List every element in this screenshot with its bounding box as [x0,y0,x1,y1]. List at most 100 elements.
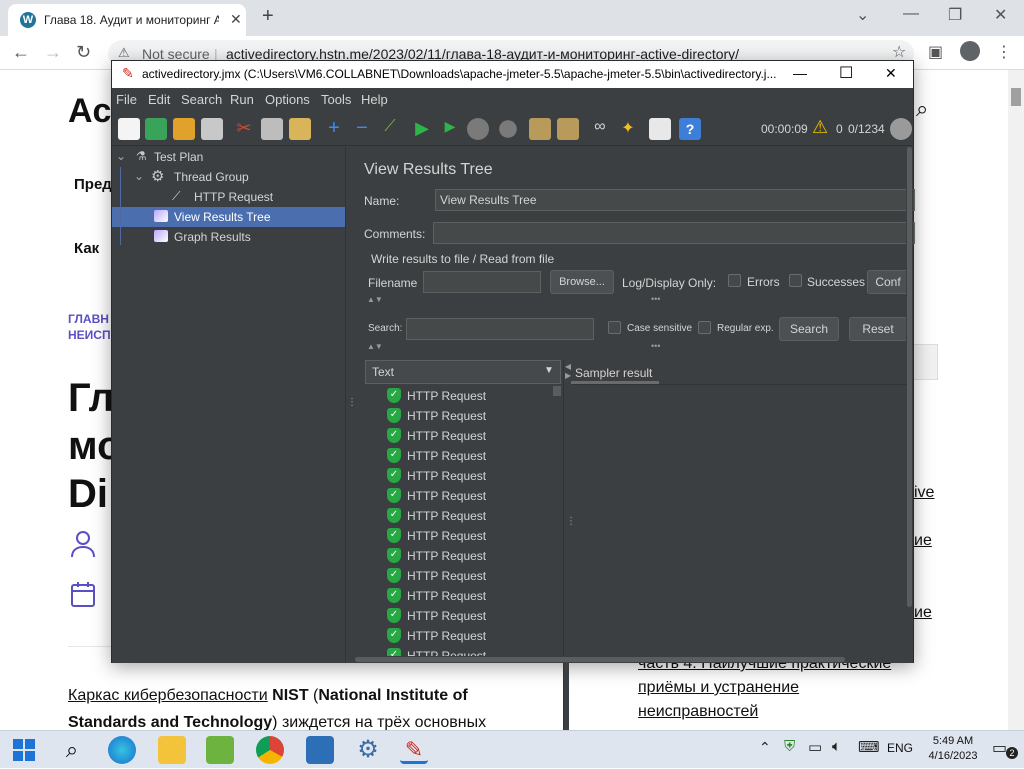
tree-node-http-request[interactable]: ⟋ HTTP Request [172,187,345,207]
panel-vertical-scrollbar[interactable] [906,147,913,663]
sidebar-link[interactable]: ие [914,532,932,550]
successes-checkbox[interactable] [789,274,802,287]
templates-icon[interactable] [145,118,167,140]
toggle-icon[interactable]: ⟋ [379,118,401,140]
stop-icon[interactable] [467,118,489,140]
menu-run[interactable]: Run [230,92,254,107]
split-pane-divider[interactable] [563,360,569,730]
menu-kebab-icon[interactable]: ⋮ [996,42,1012,62]
sidebar-link-line[interactable]: приёмы и устранение [638,676,1008,700]
menu-file[interactable]: File [116,92,137,107]
notepad-plus-icon[interactable] [206,736,234,764]
jmeter-maximize-button[interactable]: ☐ [839,63,853,83]
forward-button[interactable]: → [44,42,62,63]
jmeter-title-bar[interactable]: ✎ activedirectory.jmx (C:\Users\VM6.COLL… [112,61,913,88]
reset-search-icon[interactable]: ✦ [617,118,639,140]
browse-button[interactable]: Browse... [550,270,614,294]
clear-icon[interactable] [529,118,551,140]
maximize-button[interactable]: ❐ [948,5,962,25]
breadcrumb-category[interactable]: НЕИСП [68,328,111,342]
browser-tab[interactable]: W Глава 18. Аудит и мониторинг Active ✕ [8,4,246,36]
collapse-icon[interactable]: − [351,118,373,140]
breadcrumb-home[interactable]: ГЛАВН [68,312,109,326]
copy-icon[interactable] [261,118,283,140]
profile-avatar[interactable] [960,41,980,61]
filename-input[interactable] [423,271,541,293]
collapse-arrows-icon[interactable]: ▲▼ [367,295,383,304]
site-search-icon[interactable]: ⌕ [916,96,928,122]
article-link[interactable]: Каркас кибербезопасности [68,687,268,704]
tab-sampler-result[interactable]: Sampler result [571,362,659,384]
display-tray-icon[interactable]: ▭ [808,738,822,756]
site-logo[interactable]: Ac [68,92,111,131]
language-indicator[interactable]: ENG [887,741,913,755]
warning-icon[interactable]: ⚠ [118,45,130,61]
tree-node-thread-group[interactable]: ⌄ ⚙ Thread Group [134,167,345,187]
regular-exp-checkbox[interactable] [698,321,711,334]
scrollbar-thumb[interactable] [907,147,912,607]
tree-node-graph-results[interactable]: Graph Results [154,227,345,247]
case-sensitive-checkbox[interactable] [608,321,621,334]
tree-node-view-results-tree[interactable]: View Results Tree [154,207,345,227]
sidebar-link-line[interactable]: неисправностей [638,700,1008,724]
tray-chevron-icon[interactable]: ⌃ [759,739,771,756]
open-folder-icon[interactable] [173,118,195,140]
chevron-down-icon[interactable]: ⌄ [134,169,144,183]
configure-button[interactable]: Conf [867,270,909,294]
windows-start-icon[interactable] [10,736,38,764]
tab-close-icon[interactable]: ✕ [230,11,242,28]
function-helper-icon[interactable] [649,118,671,140]
site-menu-item[interactable]: Пред [74,176,112,193]
comments-input[interactable] [433,222,915,244]
split-pane-divider[interactable]: ⋮ [345,147,357,663]
side-panel-icon[interactable]: ▣ [928,42,943,62]
tree-node-test-plan[interactable]: ⌄ ⚗ Test Plan [116,147,345,167]
dropdown-arrow-icon[interactable]: ▼ [544,365,554,376]
name-input[interactable]: View Results Tree [435,189,915,211]
expand-icon[interactable]: + [323,118,345,140]
sidebar-link[interactable]: ive [914,484,934,502]
paste-icon[interactable] [289,118,311,140]
scrollbar-thumb[interactable] [1011,88,1021,106]
speaker-icon[interactable]: 🔈︎ [832,738,841,755]
search-binoculars-icon[interactable]: ∞ [589,118,611,140]
menu-options[interactable]: Options [265,92,310,107]
back-button[interactable]: ← [12,42,30,63]
help-icon[interactable]: ? [679,118,701,140]
panel-horizontal-scrollbar[interactable] [355,656,906,663]
file-explorer-icon[interactable] [158,736,186,764]
clock[interactable]: 5:49 AM 4/16/2023 [918,734,988,764]
renderer-select[interactable]: Text ▼ [365,360,561,384]
chevron-down-icon[interactable]: ⌄ [116,149,126,163]
clear-all-icon[interactable] [557,118,579,140]
notification-icon[interactable]: ▭ [992,738,1007,758]
drag-handle-icon[interactable]: ••• [651,294,660,304]
menu-search[interactable]: Search [181,92,222,107]
reset-button[interactable]: Reset [849,317,907,341]
jmeter-close-button[interactable]: ✕ [885,65,897,82]
cut-icon[interactable]: ✂ [233,118,255,140]
jmeter-taskbar-icon[interactable]: ✎ [400,736,428,764]
chrome-icon[interactable] [256,736,284,764]
start-icon[interactable]: ▶ [411,118,433,140]
search-icon[interactable]: ⌕ [58,736,86,764]
menu-help[interactable]: Help [361,92,388,107]
menu-edit[interactable]: Edit [148,92,170,107]
reload-button[interactable]: ↻ [76,42,91,63]
collapse-arrows-icon[interactable]: ▲▼ [367,342,383,351]
drag-handle-icon[interactable]: ⋮ [566,516,576,527]
edge-icon[interactable] [108,736,136,764]
security-tray-icon[interactable]: ⛨ [784,738,795,755]
settings-gear-icon[interactable]: ⚙ [354,736,382,764]
warning-triangle-icon[interactable]: ⚠ [812,117,828,138]
menu-tools[interactable]: Tools [321,92,351,107]
drag-handle-icon[interactable]: ••• [651,341,660,351]
sidebar-link[interactable]: ие [914,604,932,622]
errors-checkbox[interactable] [728,274,741,287]
new-icon[interactable] [118,118,140,140]
reader-app-icon[interactable] [306,736,334,764]
minimize-button[interactable]: — [903,5,919,23]
shutdown-icon[interactable] [499,120,517,138]
jmeter-minimize-button[interactable]: — [793,65,807,81]
scrollbar-thumb[interactable] [355,657,845,662]
